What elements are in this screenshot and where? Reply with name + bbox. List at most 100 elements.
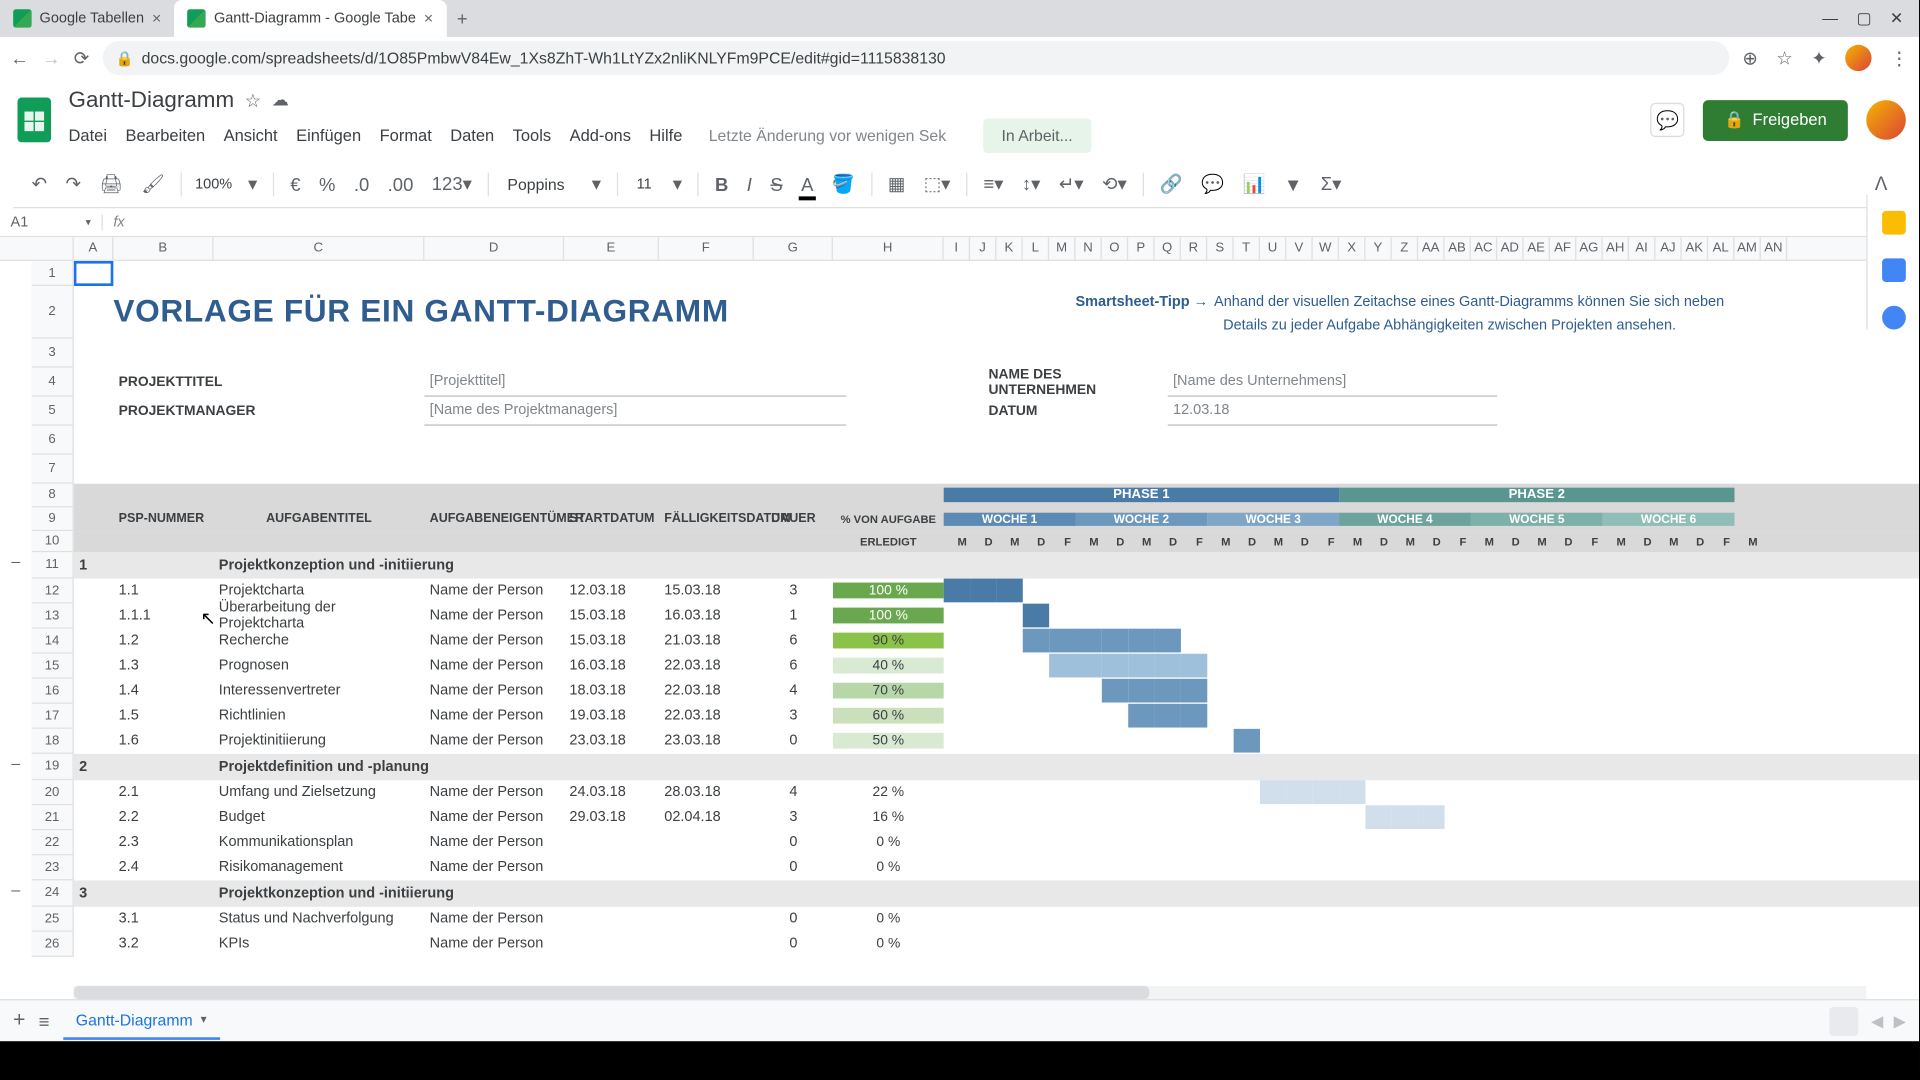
cell-duration[interactable]: 4 [754,784,833,800]
star-icon[interactable]: ☆ [1776,47,1793,69]
v-align-button[interactable]: ↕▾ [1017,167,1046,200]
cell-owner[interactable]: Name der Person [424,708,564,724]
table-row[interactable]: 1.1.1 Überarbeitung der Projektcharta Na… [74,604,1919,629]
chevron-down-icon[interactable]: ▾ [587,167,607,200]
cell-pct[interactable]: 40 % [833,658,944,674]
cell-duration[interactable]: 0 [754,936,833,952]
row-header[interactable]: 18 [32,729,74,754]
col-header[interactable]: M [1049,237,1075,259]
cell-start[interactable]: 18.03.18 [564,683,659,699]
chart-button[interactable]: 📊 [1237,167,1271,200]
menu-addons[interactable]: Add-ons [570,127,631,145]
cell-start[interactable]: 19.03.18 [564,708,659,724]
menu-format[interactable]: Format [380,127,432,145]
profile-avatar[interactable] [1845,45,1871,71]
bold-button[interactable]: B [710,168,734,200]
cell-task[interactable]: Risikomanagement [214,859,425,875]
cell-task[interactable]: Umfang und Zielsetzung [214,784,425,800]
cell-wbs[interactable]: 2.1 [113,784,213,800]
tab-scroll-right[interactable]: ▶ [1894,1012,1906,1030]
col-header[interactable]: I [944,237,970,259]
browser-tab-0[interactable]: Google Tabellen × [0,0,174,37]
menu-bearbeiten[interactable]: Bearbeiten [125,127,205,145]
comments-button[interactable]: 💬 [1650,103,1684,137]
rotate-button[interactable]: ⟲▾ [1097,167,1132,200]
cell-pct[interactable]: 100 % [833,608,944,624]
all-sheets-button[interactable]: ≡ [39,1010,50,1031]
cell-pct[interactable]: 0 % [833,834,944,850]
cell-owner[interactable]: Name der Person [424,583,564,599]
col-header[interactable]: Z [1392,237,1418,259]
col-header[interactable]: E [564,237,659,259]
row-header[interactable]: 4 [32,368,74,397]
tasks-icon[interactable] [1881,306,1905,330]
cell-end[interactable]: 22.03.18 [659,683,754,699]
project-title-value[interactable]: [Projekttitel] [424,367,846,396]
menu-einfuegen[interactable]: Einfügen [296,127,361,145]
col-header[interactable]: C [214,237,425,259]
zoom-select[interactable]: 100% [192,176,234,192]
table-row[interactable]: 3.2 KPIs Name der Person 0 0 % [74,932,1919,957]
cell-owner[interactable]: Name der Person [424,809,564,825]
cell-task[interactable]: Recherche [214,633,425,649]
cell-owner[interactable]: Name der Person [424,784,564,800]
cell-pct[interactable]: 100 % [833,583,944,599]
account-avatar[interactable] [1866,100,1906,140]
sheets-logo-icon[interactable] [13,94,55,147]
cell-owner[interactable]: Name der Person [424,859,564,875]
cell-duration[interactable]: 6 [754,658,833,674]
cell-wbs[interactable]: 1.1 [113,583,213,599]
calendar-icon[interactable] [1881,211,1905,235]
col-header[interactable]: Q [1155,237,1181,259]
cell-task[interactable]: Überarbeitung der Projektcharta [214,600,425,632]
cell-start[interactable]: 15.03.18 [564,633,659,649]
cell-owner[interactable]: Name der Person [424,658,564,674]
cell-owner[interactable]: Name der Person [424,608,564,624]
col-header[interactable]: AN [1761,237,1787,259]
col-header[interactable]: V [1286,237,1312,259]
cell-end[interactable]: 16.03.18 [659,608,754,624]
cell-task[interactable]: Interessenvertreter [214,683,425,699]
row-header[interactable]: 15 [32,654,74,679]
forward-button[interactable]: → [42,47,60,68]
tab-scroll-left[interactable]: ◀ [1871,1012,1883,1030]
table-row[interactable]: 2.3 Kommunikationsplan Name der Person 0… [74,830,1919,855]
row-header[interactable]: 26 [32,932,74,957]
cell-start[interactable]: 24.03.18 [564,784,659,800]
cell-pct[interactable]: 16 % [833,809,944,825]
manager-value[interactable]: [Name des Projektmanagers] [424,396,846,425]
chevron-down-icon[interactable]: ▾ [243,167,263,200]
chevron-down-icon[interactable]: ▾ [86,216,91,228]
table-row[interactable]: 2.4 Risikomanagement Name der Person 0 0… [74,855,1919,880]
company-value[interactable]: [Name des Unternehmens] [1168,367,1498,396]
menu-daten[interactable]: Daten [450,127,494,145]
row-header[interactable]: 2 [32,286,74,339]
cell-wbs[interactable]: 1.2 [113,633,213,649]
col-header[interactable]: AD [1497,237,1523,259]
cell-pct[interactable]: 0 % [833,859,944,875]
col-header[interactable]: AC [1471,237,1497,259]
link-button[interactable]: 🔗 [1154,167,1188,200]
h-align-button[interactable]: ≡▾ [978,167,1009,200]
cell-end[interactable]: 23.03.18 [659,733,754,749]
col-header[interactable]: T [1234,237,1260,259]
cell-end[interactable]: 21.03.18 [659,633,754,649]
cell-duration[interactable]: 0 [754,834,833,850]
select-all-corner[interactable] [0,237,74,259]
cell-start[interactable]: 15.03.18 [564,608,659,624]
col-header[interactable]: AM [1734,237,1760,259]
fill-color-button[interactable]: 🪣 [827,167,861,200]
collapse-group-button[interactable]: – [0,754,32,780]
font-size-select[interactable]: 11 [629,176,660,192]
cell-pct[interactable]: 0 % [833,936,944,952]
document-title[interactable]: Gantt-Diagramm [69,87,235,113]
row-header[interactable]: 14 [32,629,74,654]
more-formats-button[interactable]: 123▾ [427,167,478,200]
col-header[interactable]: J [970,237,996,259]
horizontal-scrollbar[interactable] [74,986,1866,999]
menu-datei[interactable]: Datei [69,127,107,145]
reload-button[interactable]: ⟳ [74,47,89,69]
print-button[interactable]: 🖨 [94,167,128,200]
cell-task[interactable]: Prognosen [214,658,425,674]
table-row[interactable]: 2.1 Umfang und Zielsetzung Name der Pers… [74,780,1919,805]
